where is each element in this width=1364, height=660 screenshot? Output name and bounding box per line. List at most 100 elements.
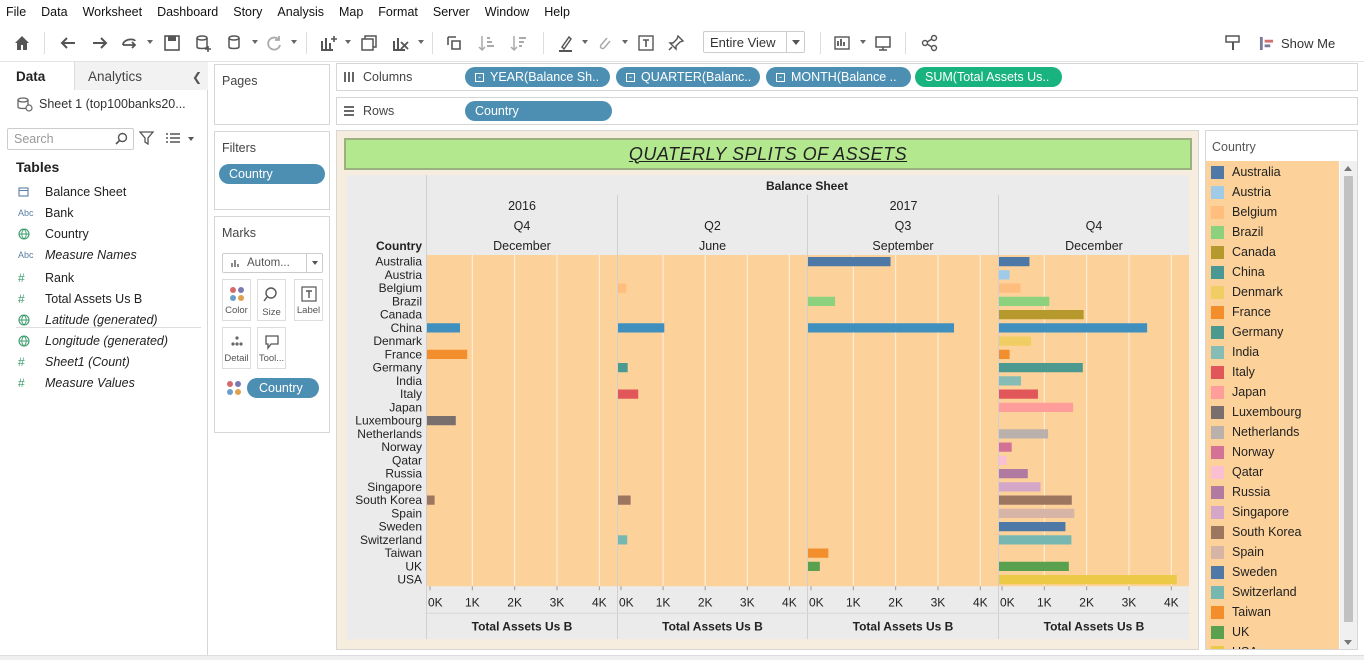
bar[interactable] [618,495,631,505]
new-worksheet-icon[interactable] [318,33,338,53]
legend-item[interactable]: Denmark [1206,282,1283,302]
filter-icon[interactable] [139,131,154,145]
legend-item[interactable]: Singapore [1206,502,1289,522]
field-item[interactable]: Balance Sheet [0,181,126,202]
bar[interactable] [427,323,461,333]
refresh-icon[interactable] [264,33,284,53]
bar[interactable] [808,257,891,267]
legend-item[interactable]: Italy [1206,362,1255,382]
scroll-up-icon[interactable] [1344,166,1352,171]
bar[interactable] [999,310,1084,320]
filters-card[interactable]: Filters Country [214,131,330,210]
bar[interactable] [427,349,468,359]
highlight-icon[interactable] [556,33,576,53]
column-pill[interactable]: - QUARTER(Balanc.. [616,67,760,87]
menu-server[interactable]: Server [433,5,470,19]
field-item[interactable]: Abc Measure Names [0,244,137,265]
marks-detail-button[interactable]: Detail [222,327,251,369]
menu-story[interactable]: Story [233,5,262,19]
bar[interactable] [999,349,1010,359]
bar[interactable] [999,575,1177,585]
clear-sheet-icon[interactable] [390,33,410,53]
marks-tooltip-button[interactable]: Tool... [257,327,286,369]
bar[interactable] [999,495,1072,505]
legend-item[interactable]: France [1206,302,1271,322]
marks-size-button[interactable]: Size [257,279,286,321]
menu-dashboard[interactable]: Dashboard [157,5,218,19]
search-input[interactable]: Search [7,128,134,150]
legend-item[interactable]: Switzerland [1206,582,1297,602]
bar[interactable] [999,283,1021,293]
rows-pill-country[interactable]: Country [465,101,612,121]
marks-color-button[interactable]: Color [222,279,251,321]
save-icon[interactable] [162,33,182,53]
bar[interactable] [999,455,1007,465]
bar[interactable] [808,561,820,571]
bar[interactable] [999,429,1049,439]
redo-icon[interactable] [90,33,110,53]
view-options-icon[interactable] [165,132,181,144]
bar[interactable] [808,548,829,558]
fix-axes-icon[interactable] [666,33,686,53]
menu-map[interactable]: Map [339,5,363,19]
bar[interactable] [999,389,1038,399]
legend-item[interactable]: Australia [1206,162,1281,182]
field-item[interactable]: Longitude (generated) [0,330,168,351]
show-cards-icon[interactable] [833,33,853,53]
bar[interactable] [999,363,1083,373]
undo-icon[interactable] [58,33,78,53]
collapse-icon[interactable]: - [626,72,635,82]
legend-item[interactable]: UK [1206,622,1249,642]
bar[interactable] [999,402,1074,412]
menu-help[interactable]: Help [544,5,570,19]
legend-item[interactable]: USA [1206,642,1258,649]
bar[interactable] [808,296,836,306]
field-item[interactable]: # Measure Values [0,372,135,393]
bar[interactable] [999,336,1032,346]
field-item[interactable]: Country [0,223,89,244]
legend-item[interactable]: Netherlands [1206,422,1299,442]
duplicate-sheet-icon[interactable] [359,33,379,53]
bar[interactable] [618,389,639,399]
menu-worksheet[interactable]: Worksheet [83,5,143,19]
legend-item[interactable]: Germany [1206,322,1283,342]
bar[interactable] [999,561,1069,571]
collapse-icon[interactable]: - [776,72,785,82]
share-icon[interactable] [920,33,940,53]
legend-item[interactable]: Spain [1206,542,1264,562]
legend-item[interactable]: India [1206,342,1259,362]
legend-item[interactable]: China [1206,262,1265,282]
view-mode-dropdown[interactable]: Entire View [703,31,805,53]
marks-color-pill-country[interactable]: Country [247,378,319,398]
bar[interactable] [999,323,1148,333]
viz-canvas[interactable]: QUATERLY SPLITS OF ASSETS Balance Sheet 2… [336,130,1199,650]
new-datasource-icon[interactable] [193,33,213,53]
sort-ascending-icon[interactable] [477,33,497,53]
show-me-button[interactable]: Show Me [1259,33,1335,53]
bar[interactable] [999,442,1012,452]
legend-item[interactable]: Taiwan [1206,602,1271,622]
legend-item[interactable]: Sweden [1206,562,1277,582]
menu-analysis[interactable]: Analysis [277,5,324,19]
presentation-mode-icon[interactable] [873,33,893,53]
bar[interactable] [618,283,627,293]
menu-window[interactable]: Window [485,5,529,19]
legend-item[interactable]: South Korea [1206,522,1302,542]
legend-item[interactable]: Austria [1206,182,1271,202]
legend-item[interactable]: Russia [1206,482,1270,502]
legend-item[interactable]: Luxembourg [1206,402,1302,422]
column-pill[interactable]: - YEAR(Balance Sh.. [465,67,610,87]
field-item[interactable]: # Sheet1 (Count) [0,351,130,372]
menu-file[interactable]: File [6,5,26,19]
replay-icon[interactable] [120,33,140,53]
field-item[interactable]: Abc Bank [0,202,74,223]
field-item[interactable]: # Total Assets Us B [0,288,142,309]
legend-item[interactable]: Belgium [1206,202,1277,222]
bar[interactable] [618,363,628,373]
bar[interactable] [999,469,1028,479]
legend-item[interactable]: Qatar [1206,462,1263,482]
mark-type-dropdown[interactable]: Autom... [222,253,323,273]
bar[interactable] [999,535,1072,545]
column-pill[interactable]: - MONTH(Balance .. [766,67,911,87]
legend-item[interactable]: Japan [1206,382,1266,402]
